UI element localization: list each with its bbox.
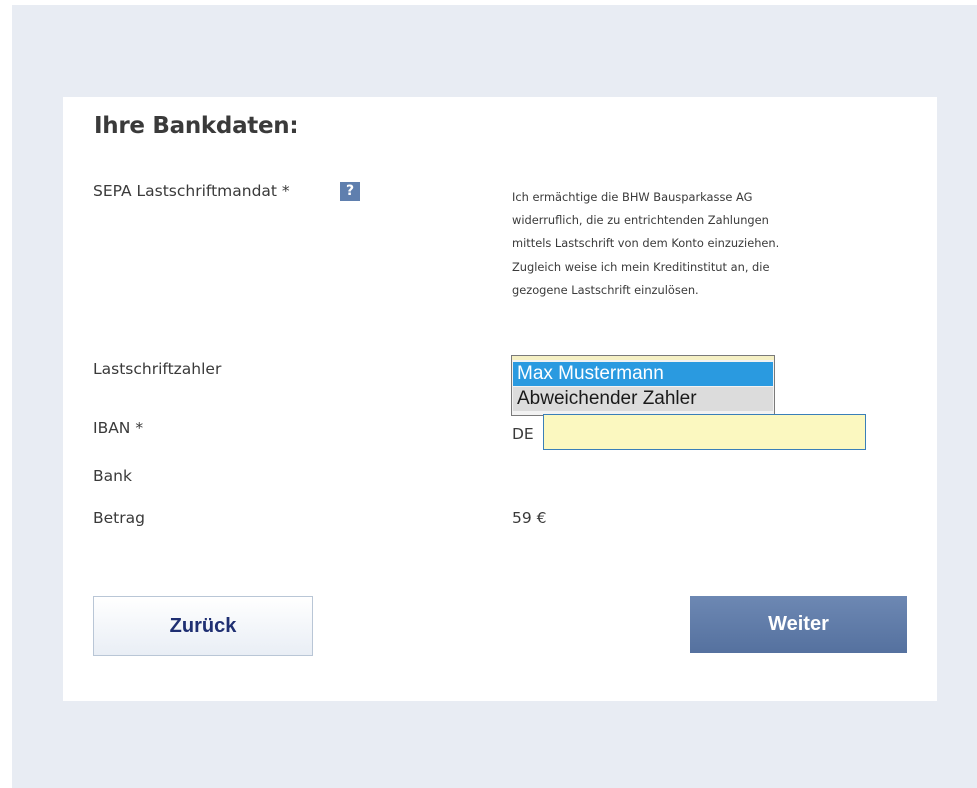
mandate-text-line: gezogene Lastschrift einzulösen. <box>512 282 699 297</box>
page-title: Ihre Bankdaten: <box>94 113 299 139</box>
bank-label: Bank <box>93 467 132 485</box>
listbox-highlight <box>512 356 774 360</box>
mandate-text-line: Ich ermächtige die BHW Bausparkasse AG <box>512 190 753 204</box>
payer-label: Lastschriftzahler <box>93 360 222 378</box>
mandate-text: Ich ermächtige die BHW Bausparkasse AG w… <box>512 186 882 302</box>
back-button[interactable]: Zurück <box>93 596 313 656</box>
iban-country-prefix: DE <box>512 425 534 443</box>
mandate-text-line: widerruflich, die zu entrichtenden Zahlu… <box>512 213 769 228</box>
payer-option-max-mustermann[interactable]: Max Mustermann <box>513 362 773 386</box>
iban-label: IBAN * <box>93 419 144 437</box>
iban-input[interactable] <box>543 414 866 450</box>
mandate-text-line: Zugleich weise ich mein Kreditinstitut a… <box>512 259 770 274</box>
amount-label: Betrag <box>93 509 145 527</box>
mandate-text-line: mittels Lastschrift von dem Konto einzuz… <box>512 236 780 251</box>
payer-option-abweichender-zahler[interactable]: Abweichender Zahler <box>513 387 773 411</box>
mandate-label: SEPA Lastschriftmandat * <box>93 182 290 200</box>
help-icon[interactable]: ? <box>340 182 360 201</box>
payer-listbox[interactable]: Max Mustermann Abweichender Zahler <box>511 355 775 416</box>
amount-value: 59 € <box>512 509 547 527</box>
next-button[interactable]: Weiter <box>690 596 907 653</box>
